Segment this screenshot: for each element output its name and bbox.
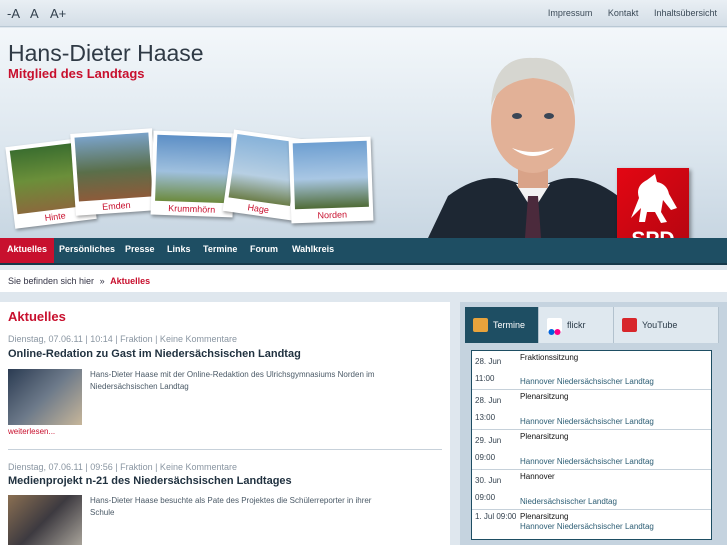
article-thumbnail[interactable] — [8, 495, 82, 545]
main-nav: Aktuelles Persönliches Presse Links Term… — [0, 238, 727, 265]
event-time: 13:00 — [475, 413, 496, 422]
event-date: 1. Jul 09:00 — [475, 512, 517, 521]
breadcrumb-prefix: Sie befinden sich hier — [8, 276, 95, 286]
event-location: Hannover Niedersächsischer Landtag — [520, 417, 654, 426]
norden-photo — [292, 140, 369, 210]
event-row[interactable]: 29. Jun 09:00 Plenarsitzung Hannover Nied… — [472, 429, 711, 469]
event-time: 09:00 — [475, 493, 496, 502]
tab-label: flickr — [567, 320, 586, 330]
spd-logo-text: SPD — [617, 228, 689, 238]
event-time: 09:00 — [475, 453, 496, 462]
event-date: 30. Jun — [475, 476, 502, 485]
nav-forum[interactable]: Forum — [243, 238, 285, 263]
impressum-link[interactable]: Impressum — [548, 8, 593, 18]
event-location: Niedersächsischer Landtag — [520, 497, 617, 506]
portrait-photo — [428, 57, 638, 238]
site-title[interactable]: Hans-Dieter Haase — [8, 40, 204, 67]
article-thumbnail[interactable] — [8, 369, 82, 425]
event-row[interactable]: 1. Jul 09:00 Plenarsitzung Hannover Nied… — [472, 509, 711, 539]
article-title[interactable]: Online-Redation zu Gast im Niedersächsis… — [8, 348, 301, 360]
event-date: 28. Jun — [475, 396, 502, 405]
main-content: Aktuelles Dienstag, 07.06.11 | 10:14 | F… — [0, 302, 450, 545]
header-banner: Hans-Dieter Haase Mitglied des Landtags … — [0, 28, 727, 238]
article-title[interactable]: Medienprojekt n-21 des Niedersächsischen… — [8, 475, 292, 487]
horse-icon — [631, 174, 677, 223]
read-more-link[interactable]: weiterlesen... — [8, 427, 55, 436]
tab-label: Termine — [493, 320, 526, 330]
polaroid-caption: Krummhörn — [168, 203, 216, 215]
utility-links: Impressum Kontakt Inhaltsübersicht — [535, 8, 717, 18]
polaroid-norden[interactable]: Norden — [288, 136, 374, 224]
emden-photo — [74, 132, 153, 202]
article-divider — [8, 449, 442, 450]
event-location: Hannover Niedersächsischer Landtag — [520, 377, 654, 386]
font-size-larger-button[interactable]: A+ — [50, 6, 66, 21]
article-meta: Dienstag, 07.06.11 | 10:14 | Fraktion | … — [8, 334, 237, 344]
krummhoern-photo — [155, 134, 232, 204]
event-date: 28. Jun — [475, 357, 502, 366]
tab-youtube[interactable]: YouTube — [614, 307, 719, 343]
sidebar-widget: Termine flickr YouTube 28. Jun 11:00 Frak… — [460, 302, 727, 545]
event-title: Hannover — [520, 472, 555, 481]
article-meta: Dienstag, 07.06.11 | 09:56 | Fraktion | … — [8, 462, 237, 472]
flickr-icon — [547, 318, 562, 335]
breadcrumb-current[interactable]: Aktuelles — [110, 276, 150, 286]
font-size-smaller-button[interactable]: -A — [7, 6, 20, 21]
font-size-normal-button[interactable]: A — [30, 6, 39, 21]
spd-logo[interactable]: SPD — [617, 168, 689, 238]
top-bar: -A A A+ Impressum Kontakt Inhaltsübersic… — [0, 0, 727, 27]
nav-wahlkreis[interactable]: Wahlkreis — [285, 238, 341, 263]
event-title: Fraktionssitzung — [520, 353, 579, 362]
event-row[interactable]: 28. Jun 13:00 Plenarsitzung Hannover Nied… — [472, 389, 711, 429]
sitemap-link[interactable]: Inhaltsübersicht — [654, 8, 717, 18]
event-title: Plenarsitzung — [520, 392, 569, 401]
event-row[interactable]: 28. Jun 11:00 Fraktionssitzung Hannover N… — [472, 351, 711, 389]
breadcrumb-separator: » — [99, 276, 105, 286]
event-title: Plenarsitzung — [520, 512, 569, 521]
nav-aktuelles[interactable]: Aktuelles — [0, 238, 55, 263]
tab-flickr[interactable]: flickr — [539, 307, 614, 343]
article-teaser: Hans-Dieter Haase besuchte als Pate des … — [90, 496, 372, 517]
calendar-icon — [473, 318, 488, 332]
event-date: 29. Jun — [475, 436, 502, 445]
polaroid-caption: Norden — [317, 209, 348, 221]
polaroid-emden[interactable]: Emden — [70, 128, 158, 216]
nav-links[interactable]: Links — [160, 238, 198, 263]
event-location: Hannover Niedersächsischer Landtag — [520, 522, 654, 531]
nav-presse[interactable]: Presse — [118, 238, 162, 263]
event-title: Plenarsitzung — [520, 432, 569, 441]
page-title: Aktuelles — [8, 309, 66, 324]
article-teaser: Hans-Dieter Haase mit der Online-Redakti… — [90, 370, 375, 391]
event-location: Hannover Niedersächsischer Landtag — [520, 457, 654, 466]
events-list: 28. Jun 11:00 Fraktionssitzung Hannover N… — [471, 350, 712, 540]
event-row[interactable]: 30. Jun 09:00 Hannover Niedersächsischer … — [472, 469, 711, 509]
tab-termine[interactable]: Termine — [465, 307, 539, 343]
event-time: 11:00 — [475, 374, 495, 383]
youtube-icon — [622, 318, 637, 332]
tab-label: YouTube — [642, 320, 678, 330]
kontakt-link[interactable]: Kontakt — [608, 8, 639, 18]
site-subtitle: Mitglied des Landtags — [8, 66, 145, 81]
nav-persoenliches[interactable]: Persönliches — [52, 238, 122, 263]
nav-termine[interactable]: Termine — [196, 238, 244, 263]
breadcrumb: Sie befinden sich hier » Aktuelles — [0, 270, 727, 292]
